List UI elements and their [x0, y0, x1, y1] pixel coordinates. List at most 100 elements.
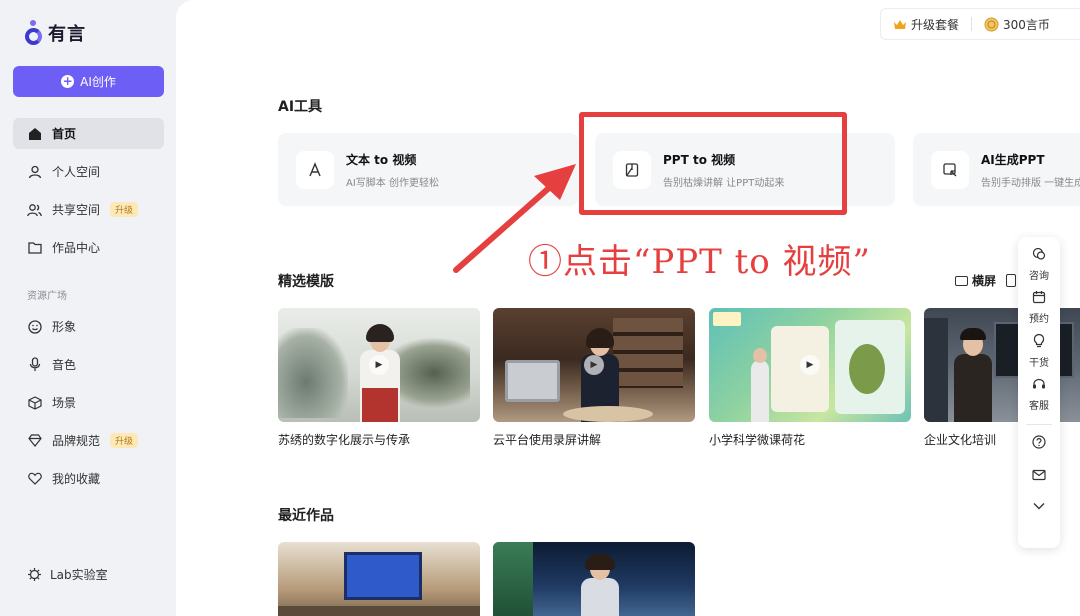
lab-link[interactable]: Lab实验室	[27, 566, 108, 583]
sidebar-item-personal-space[interactable]: 个人空间	[13, 156, 164, 187]
play-icon[interactable]: ▶	[584, 355, 604, 375]
logo-icon	[24, 20, 44, 46]
lab-icon	[27, 567, 42, 582]
folder-icon	[27, 240, 42, 255]
mic-icon	[27, 357, 42, 372]
coins-balance[interactable]: 300言币	[984, 16, 1050, 33]
mail-icon	[1032, 469, 1046, 485]
template-card[interactable]: ▶ 云平台使用录屏讲解	[493, 308, 695, 448]
screen-board	[344, 552, 422, 600]
topbar: 升级套餐 300言币	[880, 8, 1080, 40]
template-title: 苏绣的数字化展示与传承	[278, 433, 411, 447]
tool-card-title: 文本 to 视频	[346, 152, 417, 167]
lab-label: Lab实验室	[50, 568, 108, 582]
desk	[563, 406, 653, 422]
main-nav: 首页 个人空间 共享空间 升级 作品中心	[13, 118, 164, 270]
plant	[493, 542, 533, 616]
sidebar-item-label: 个人空间	[52, 165, 101, 179]
sidebar-item-label: 首页	[52, 127, 77, 141]
diamond-icon	[27, 433, 42, 448]
seat-rows	[278, 606, 480, 616]
calendar-icon	[1032, 290, 1046, 308]
subject-tag	[713, 312, 741, 326]
collapse-button[interactable]	[1032, 501, 1046, 515]
resources-label: 干货	[1029, 358, 1049, 369]
recent-works-heading: 最近作品	[278, 508, 334, 524]
booking-button[interactable]: 预约	[1029, 290, 1049, 325]
presenter-figure	[751, 360, 769, 422]
main-panel: 升级套餐 300言币 AI工具 文本 to 视频 AI写脚本 创作更轻松 PPT…	[176, 0, 1080, 616]
upgrade-badge: 升级	[110, 202, 139, 217]
recent-work-card[interactable]	[493, 542, 695, 616]
sidebar-item-label: 作品中心	[52, 241, 101, 255]
ai-create-button[interactable]: + AI创作	[13, 66, 164, 97]
bulb-icon	[1032, 333, 1046, 352]
chevron-down-icon	[1032, 501, 1046, 515]
sidebar-item-home[interactable]: 首页	[13, 118, 164, 149]
presenter-hair	[586, 328, 614, 348]
sidebar-item-works[interactable]: 作品中心	[13, 232, 164, 263]
sidebar-item-label: 品牌规范	[52, 434, 101, 448]
support-label: 客服	[1029, 401, 1049, 412]
tool-card-subtitle: AI写脚本 创作更轻松	[346, 177, 439, 189]
template-title: 云平台使用录屏讲解	[493, 433, 602, 447]
template-card[interactable]: ▶ 苏绣的数字化展示与传承	[278, 308, 480, 448]
consult-label: 咨询	[1029, 271, 1049, 282]
bookshelf	[613, 318, 683, 388]
logo-text: 有言	[48, 24, 86, 45]
sidebar-item-brand[interactable]: 品牌规范 升级	[13, 425, 164, 456]
resources-button[interactable]: 干货	[1029, 333, 1049, 369]
upgrade-plan-button[interactable]: 升级套餐	[893, 16, 959, 33]
template-title: 小学科学微课荷花	[709, 433, 806, 447]
play-icon[interactable]: ▶	[369, 355, 389, 375]
play-icon[interactable]: ▶	[800, 355, 820, 375]
consult-button[interactable]: 咨询	[1029, 247, 1049, 282]
window-left	[924, 318, 948, 422]
sidebar-item-avatar[interactable]: 形象	[13, 311, 164, 342]
presenter-hair	[585, 554, 615, 570]
portrait-icon[interactable]	[1006, 274, 1017, 287]
scenery-rock	[278, 328, 348, 418]
heart-icon	[27, 471, 42, 486]
help-button[interactable]	[1032, 435, 1046, 453]
landscape-label: 横屏	[972, 274, 997, 288]
logo[interactable]: 有言	[24, 20, 86, 46]
face-icon	[27, 319, 42, 334]
sidebar-item-label: 共享空间	[52, 203, 101, 217]
annotation-highlight-box	[579, 112, 847, 215]
presenter-figure	[581, 578, 619, 616]
template-card[interactable]: ▶ 小学科学微课荷花	[709, 308, 911, 448]
monitor	[505, 360, 560, 402]
sidebar-item-voice[interactable]: 音色	[13, 349, 164, 380]
presenter-skirt	[362, 388, 398, 422]
tool-card-ai-ppt[interactable]: AI生成PPT 告别手动排版 一键生成	[913, 133, 1080, 206]
resource-section-label: 资源广场	[27, 291, 67, 302]
users-icon	[27, 202, 42, 217]
upgrade-badge: 升级	[110, 433, 139, 448]
presenter-hair	[960, 328, 986, 340]
landscape-toggle[interactable]: 横屏	[955, 272, 996, 289]
ai-create-label: AI创作	[80, 75, 116, 89]
coins-label: 300言币	[1003, 17, 1050, 32]
sidebar-item-favorites[interactable]: 我的收藏	[13, 463, 164, 494]
float-bar-divider	[1026, 424, 1052, 425]
text-a-icon	[296, 150, 334, 189]
support-button[interactable]: 客服	[1029, 377, 1049, 412]
lotus-pod	[849, 344, 885, 394]
coin-icon	[984, 17, 999, 31]
user-icon	[27, 164, 42, 179]
cube-icon	[27, 395, 42, 410]
sidebar-item-label: 形象	[52, 320, 77, 334]
tool-card-text-to-video[interactable]: 文本 to 视频 AI写脚本 创作更轻松	[278, 133, 578, 206]
annotation-instruction: ①点击“PPT to 视频”	[528, 242, 871, 282]
resource-nav: 形象 音色 场景 品牌规范 升级 我的收藏	[13, 311, 164, 501]
sidebar-item-shared-space[interactable]: 共享空间 升级	[13, 194, 164, 225]
recent-work-card[interactable]	[278, 542, 480, 616]
sidebar-item-scene[interactable]: 场景	[13, 387, 164, 418]
orientation-switch: 横屏	[955, 272, 1017, 289]
sidebar-item-label: 我的收藏	[52, 472, 101, 486]
headset-icon	[1032, 377, 1046, 395]
template-thumbnail: ▶	[709, 308, 911, 422]
mail-button[interactable]	[1032, 469, 1046, 485]
sidebar-item-label: 场景	[52, 396, 77, 410]
